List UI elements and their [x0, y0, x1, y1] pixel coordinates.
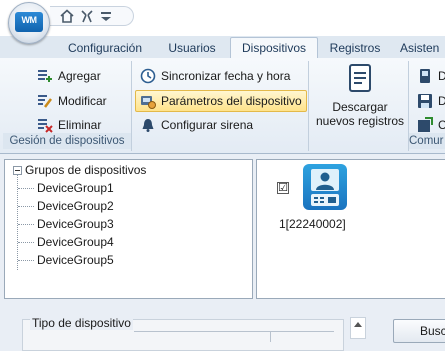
tree-item-group1[interactable]: DeviceGroup1 [18, 180, 114, 196]
device-icon [420, 69, 430, 83]
group-communication: D D C Comur [408, 61, 445, 151]
quick-access-toolbar [50, 6, 134, 26]
device-parameters-label: Parámetros del dispositivo [161, 94, 302, 108]
download-new-records-button[interactable]: Descargar nuevos registros [312, 64, 408, 128]
modify-label: Modificar [58, 94, 107, 108]
device-settings-icon [141, 96, 156, 109]
device-parameters-button[interactable]: Parámetros del dispositivo [135, 90, 307, 112]
ribbon-panel: Agregar Modificar Eliminar Gesión de dis… [0, 58, 445, 154]
download-label-line2: nuevos registros [315, 114, 405, 128]
search-button[interactable]: Busc [393, 319, 445, 343]
group-label-device-management: Gesión de dispositivos [3, 133, 131, 149]
comm-item-3-label: C [438, 118, 445, 132]
delete-list-icon [38, 119, 53, 133]
tab-dispositivos[interactable]: Dispositivos [230, 37, 318, 59]
tab-configuracion[interactable]: Configuración [58, 38, 152, 58]
add-list-icon [38, 70, 52, 82]
device-list-panel: ☑ 1[22240002] [256, 159, 445, 299]
application-menu-button[interactable]: WM [8, 2, 50, 44]
bell-icon [142, 119, 154, 132]
comm-item-2-button[interactable]: D [413, 90, 445, 112]
tree-item-group5[interactable]: DeviceGroup5 [18, 252, 114, 268]
configure-siren-label: Configurar sirena [161, 118, 254, 132]
device-checkbox[interactable]: ☑ [277, 182, 289, 194]
group-label-communication: Comur [409, 133, 445, 149]
tree-item-group3[interactable]: DeviceGroup3 [18, 216, 114, 232]
tab-asistencia[interactable]: Asisten [392, 38, 445, 58]
group-device-actions: Sincronizar fecha y hora Parámetros del … [132, 61, 309, 151]
app-logo-icon: WM [15, 12, 43, 32]
device-filter-area: Tipo de dispositivo Busc [0, 299, 445, 351]
clock-icon [140, 68, 156, 84]
tree-root-label: Grupos de dispositivos [25, 163, 147, 177]
scroll-up-button[interactable] [350, 317, 366, 339]
tab-usuarios[interactable]: Usuarios [158, 38, 226, 58]
comm-item-1-button[interactable]: D [413, 65, 445, 87]
edit-list-icon [38, 95, 52, 108]
tree-item-group4[interactable]: DeviceGroup4 [18, 234, 114, 250]
group-device-management: Agregar Modificar Eliminar Gesión de dis… [3, 61, 132, 151]
tree-root[interactable]: Grupos de dispositivos [13, 163, 146, 177]
export-icon [418, 117, 433, 132]
tree-item-group2[interactable]: DeviceGroup2 [18, 198, 114, 214]
add-label: Agregar [58, 69, 101, 83]
device-type-label: Tipo de dispositivo [30, 316, 133, 330]
tab-registros[interactable]: Registros [322, 38, 388, 58]
sync-time-label: Sincronizar fecha y hora [161, 69, 291, 83]
dropdown-icon[interactable] [100, 9, 112, 23]
device-name: 1[22240002] [279, 217, 346, 231]
configure-siren-button[interactable]: Configurar sirena [136, 114, 257, 136]
device-groups-tree: Grupos de dispositivos DeviceGroup1 Devi… [4, 159, 253, 299]
delete-label: Eliminar [58, 118, 102, 132]
download-label-line1: Descargar [332, 100, 388, 114]
tools-icon[interactable] [80, 9, 94, 23]
sync-time-button[interactable]: Sincronizar fecha y hora [136, 65, 294, 87]
comm-item-2-label: D [438, 94, 445, 108]
save-icon [418, 94, 432, 108]
title-bar [0, 0, 445, 36]
face-terminal-icon [303, 164, 347, 210]
document-download-icon [349, 64, 371, 92]
add-device-button[interactable]: Agregar [33, 65, 105, 87]
ribbon-tabs: Configuración Usuarios Dispositivos Regi… [0, 36, 445, 59]
comm-item-1-label: D [438, 69, 445, 83]
modify-device-button[interactable]: Modificar [33, 90, 111, 112]
home-icon[interactable] [60, 9, 74, 23]
